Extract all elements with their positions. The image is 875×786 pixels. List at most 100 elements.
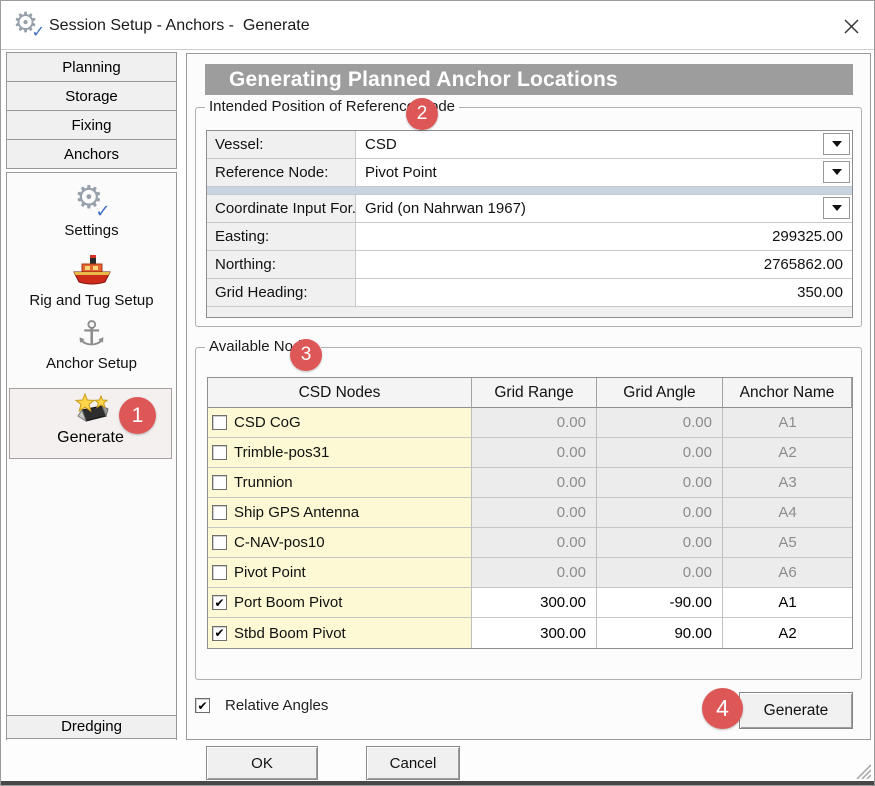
grid-range-cell[interactable]: 300.00 xyxy=(472,618,597,648)
session-setup-dialog: ⚙ ✓ Session Setup - Anchors - Generate P… xyxy=(0,0,875,786)
table-row: ✔Stbd Boom Pivot300.0090.00A2 xyxy=(208,618,852,648)
resize-grip[interactable] xyxy=(851,759,871,779)
coordinate-input-dropdown[interactable]: Grid (on Nahrwan 1967) xyxy=(356,195,852,223)
chevron-down-icon[interactable] xyxy=(823,133,850,155)
grid-angle-cell[interactable]: 90.00 xyxy=(597,618,723,648)
grid-angle-cell[interactable]: 0.00 xyxy=(597,498,723,528)
titlebar: ⚙ ✓ Session Setup - Anchors - Generate xyxy=(1,1,875,50)
grid-range-cell[interactable]: 300.00 xyxy=(472,588,597,618)
anchor-name-cell[interactable]: A1 xyxy=(723,588,852,618)
sidebar-item-settings[interactable]: ⚙✓ Settings xyxy=(7,182,176,239)
sidebar-item-generate-selected[interactable]: 1 Generate xyxy=(9,388,172,459)
gear-check-icon: ⚙✓ xyxy=(7,182,176,220)
node-checkbox[interactable] xyxy=(212,475,227,490)
node-name: C-NAV-pos10 xyxy=(234,534,325,551)
table-row: ✔ Port Boom Pivot 300.00-90.00A1 xyxy=(208,588,852,618)
column-header: CSD Nodes xyxy=(208,378,472,408)
sidebar-item-rig-and-tug-setup[interactable]: Rig and Tug Setup xyxy=(7,252,176,309)
reference-node-label: Reference Node: xyxy=(207,159,356,187)
node-checkbox[interactable]: ✔ xyxy=(212,595,227,610)
step-badge-1: 1 xyxy=(119,397,156,434)
chevron-down-icon[interactable] xyxy=(823,197,850,219)
node-checkbox[interactable]: ✔ xyxy=(212,626,227,641)
grid-range-cell[interactable]: 0.00 xyxy=(472,438,597,468)
grid-angle-cell[interactable]: 0.00 xyxy=(597,408,723,438)
step-badge-3: 3 xyxy=(290,339,322,371)
sidebar-tab-fixing[interactable]: Fixing xyxy=(6,110,177,140)
grid-range-cell[interactable]: 0.00 xyxy=(472,558,597,588)
grid-angle-cell[interactable]: 0.00 xyxy=(597,438,723,468)
table-row: C-NAV-pos100.000.00A5 xyxy=(208,528,852,558)
close-icon[interactable] xyxy=(836,13,866,39)
generate-button[interactable]: Generate xyxy=(739,692,853,729)
sidebar-item-label: Anchor Setup xyxy=(7,355,176,372)
reference-node-form: Vessel: CSD Reference Node: Pivot Point … xyxy=(206,130,853,318)
sidebar-item-label: Generate xyxy=(57,429,124,446)
vessel-dropdown[interactable]: CSD xyxy=(356,131,852,159)
grid-angle-cell[interactable]: -90.00 xyxy=(597,588,723,618)
node-name: Trunnion xyxy=(234,474,293,491)
node-name: Trimble-pos31 xyxy=(234,444,329,461)
step-badge-4: 4 xyxy=(702,688,743,729)
sidebar-tab-dredging[interactable]: Dredging xyxy=(6,715,177,739)
table-header-row: CSD NodesGrid RangeGrid AngleAnchor Name xyxy=(208,378,852,408)
sidebar-tab-planning[interactable]: Planning xyxy=(6,52,177,82)
grid-heading-field[interactable]: 350.00 xyxy=(356,279,852,307)
grid-range-cell[interactable]: 0.00 xyxy=(472,498,597,528)
relative-angles-checkbox[interactable]: ✔ xyxy=(195,698,210,713)
anchor-name-cell[interactable]: A6 xyxy=(723,558,852,588)
node-name-cell: Pivot Point xyxy=(208,558,472,588)
easting-field[interactable]: 299325.00 xyxy=(356,223,852,251)
anchor-name-cell[interactable]: A3 xyxy=(723,468,852,498)
vessel-label: Vessel: xyxy=(207,131,356,159)
node-checkbox[interactable] xyxy=(212,535,227,550)
chevron-down-icon[interactable] xyxy=(823,161,850,183)
nodes-table: CSD NodesGrid RangeGrid AngleAnchor Name… xyxy=(207,377,853,649)
sidebar-item-anchor-setup[interactable]: ⚓ Anchor Setup xyxy=(7,315,176,372)
table-row: Ship GPS Antenna0.000.00A4 xyxy=(208,498,852,528)
grid-range-cell[interactable]: 0.00 xyxy=(472,528,597,558)
sidebar-tab-storage[interactable]: Storage xyxy=(6,81,177,111)
window-title: Session Setup - Anchors - Generate xyxy=(49,1,310,50)
relative-angles-checkbox-row: ✔ Relative Angles xyxy=(195,697,328,714)
easting-label: Easting: xyxy=(207,223,356,251)
sidebar-panel: ⚙✓ Settings Rig and Tug Setup ⚓ xyxy=(6,172,177,742)
node-checkbox[interactable] xyxy=(212,415,227,430)
anchor-name-cell[interactable]: A4 xyxy=(723,498,852,528)
sidebar-tabs: Planning Storage Fixing Anchors xyxy=(6,53,177,169)
ok-button[interactable]: OK xyxy=(206,746,318,780)
column-header: Grid Angle xyxy=(597,378,723,408)
node-name-cell: Ship GPS Antenna xyxy=(208,498,472,528)
node-checkbox[interactable] xyxy=(212,505,227,520)
node-name-cell: CSD CoG xyxy=(208,408,472,438)
grid-angle-cell[interactable]: 0.00 xyxy=(597,468,723,498)
node-checkbox[interactable] xyxy=(212,445,227,460)
reference-node-dropdown[interactable]: Pivot Point xyxy=(356,159,852,187)
table-row: CSD CoG0.000.00A1 xyxy=(208,408,852,438)
anchor-name-cell[interactable]: A1 xyxy=(723,408,852,438)
grid-angle-cell[interactable]: 0.00 xyxy=(597,558,723,588)
grid-range-cell[interactable]: 0.00 xyxy=(472,408,597,438)
cancel-button[interactable]: Cancel xyxy=(366,746,460,780)
table-row: Trunnion0.000.00A3 xyxy=(208,468,852,498)
node-name-cell: Trimble-pos31 xyxy=(208,438,472,468)
anchor-icon: ⚓ xyxy=(7,315,176,353)
anchor-name-cell[interactable]: A2 xyxy=(723,618,852,648)
anchor-name-cell[interactable]: A2 xyxy=(723,438,852,468)
grid-angle-cell[interactable]: 0.00 xyxy=(597,528,723,558)
node-name: Port Boom Pivot xyxy=(234,594,342,611)
column-header: Grid Range xyxy=(472,378,597,408)
node-name: Ship GPS Antenna xyxy=(234,504,359,521)
grid-range-cell[interactable]: 0.00 xyxy=(472,468,597,498)
anchor-name-cell[interactable]: A5 xyxy=(723,528,852,558)
dialog-footer: OK Cancel xyxy=(1,740,875,786)
gear-check-icon: ⚙ ✓ xyxy=(13,10,43,40)
relative-angles-label: Relative Angles xyxy=(225,697,328,714)
node-checkbox[interactable] xyxy=(212,565,227,580)
sidebar-tab-anchors[interactable]: Anchors xyxy=(6,139,177,169)
node-name-cell: ✔Stbd Boom Pivot xyxy=(208,618,472,648)
step-badge-2: 2 xyxy=(406,98,438,130)
node-name: CSD CoG xyxy=(234,414,301,431)
northing-field[interactable]: 2765862.00 xyxy=(356,251,852,279)
window-bottom-edge xyxy=(1,781,875,786)
